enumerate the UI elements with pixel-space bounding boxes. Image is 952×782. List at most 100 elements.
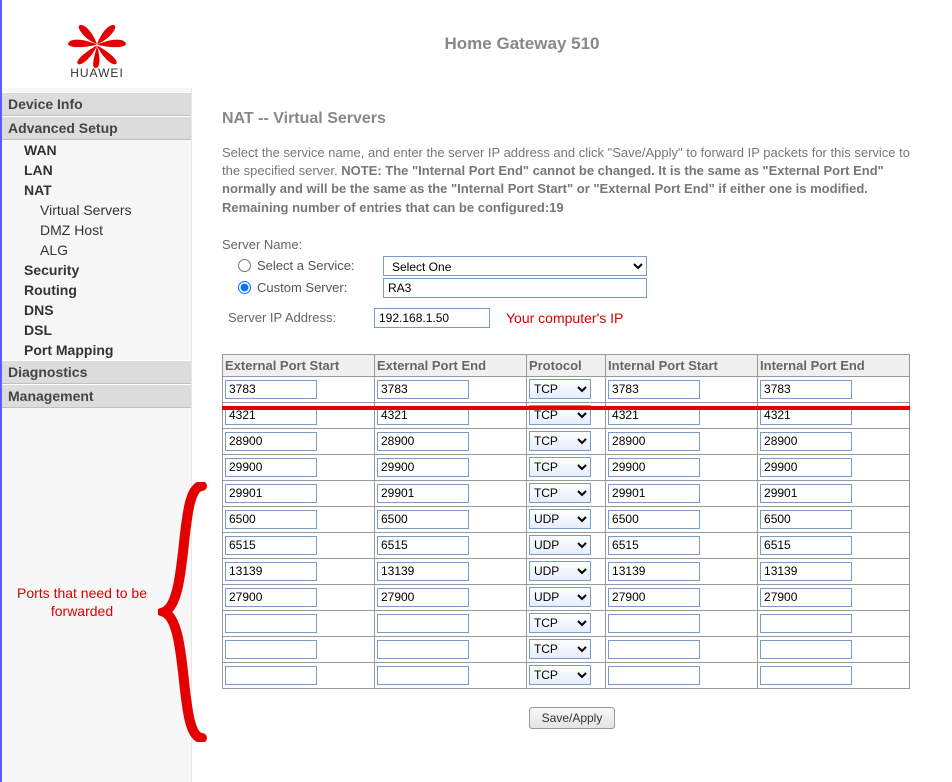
- port-input[interactable]: [608, 510, 700, 529]
- nav-section[interactable]: Advanced Setup: [2, 116, 191, 140]
- port-input[interactable]: [608, 562, 700, 581]
- port-input[interactable]: [225, 380, 317, 399]
- select-service-label: Select a Service:: [257, 258, 383, 273]
- protocol-select[interactable]: TCPUDPTCP/UDP: [529, 483, 591, 503]
- annotation-ports-label: Ports that need to be forwarded: [10, 584, 154, 620]
- nav-section[interactable]: Diagnostics: [2, 360, 191, 384]
- port-input[interactable]: [760, 588, 852, 607]
- port-input[interactable]: [608, 536, 700, 555]
- port-input[interactable]: [760, 640, 852, 659]
- table-row: TCPUDPTCP/UDP: [223, 480, 910, 506]
- save-apply-button[interactable]: Save/Apply: [529, 707, 616, 729]
- port-input[interactable]: [377, 380, 469, 399]
- port-input[interactable]: [225, 510, 317, 529]
- port-input[interactable]: [377, 432, 469, 451]
- nav-item[interactable]: DNS: [2, 300, 191, 320]
- select-service-dropdown[interactable]: Select One: [383, 256, 647, 276]
- nav-subitem[interactable]: ALG: [2, 240, 191, 260]
- port-input[interactable]: [377, 562, 469, 581]
- nav-subitem[interactable]: Virtual Servers: [2, 200, 191, 220]
- protocol-select[interactable]: TCPUDPTCP/UDP: [529, 535, 591, 555]
- table-row: TCPUDPTCP/UDP: [223, 376, 910, 402]
- port-input[interactable]: [760, 432, 852, 451]
- port-input[interactable]: [608, 380, 700, 399]
- port-input[interactable]: [760, 614, 852, 633]
- port-input[interactable]: [377, 588, 469, 607]
- port-input[interactable]: [608, 432, 700, 451]
- port-input[interactable]: [377, 510, 469, 529]
- custom-server-input[interactable]: [383, 278, 647, 298]
- port-input[interactable]: [760, 458, 852, 477]
- port-input[interactable]: [760, 484, 852, 503]
- column-header: Internal Port End: [758, 354, 910, 376]
- port-input[interactable]: [225, 588, 317, 607]
- port-input[interactable]: [377, 666, 469, 685]
- table-row: TCPUDPTCP/UDP: [223, 610, 910, 636]
- port-input[interactable]: [608, 484, 700, 503]
- port-input[interactable]: [760, 380, 852, 399]
- port-input[interactable]: [760, 666, 852, 685]
- protocol-select[interactable]: TCPUDPTCP/UDP: [529, 561, 591, 581]
- port-input[interactable]: [377, 614, 469, 633]
- nav-subitem[interactable]: DMZ Host: [2, 220, 191, 240]
- port-table: External Port StartExternal Port EndProt…: [222, 354, 910, 689]
- port-input[interactable]: [225, 432, 317, 451]
- remaining-entries: Remaining number of entries that can be …: [222, 200, 564, 215]
- port-input[interactable]: [608, 458, 700, 477]
- column-header: External Port End: [374, 354, 526, 376]
- protocol-select[interactable]: TCPUDPTCP/UDP: [529, 431, 591, 451]
- nav-item[interactable]: DSL: [2, 320, 191, 340]
- port-input[interactable]: [377, 536, 469, 555]
- port-input[interactable]: [377, 458, 469, 477]
- port-input[interactable]: [225, 484, 317, 503]
- protocol-select[interactable]: TCPUDPTCP/UDP: [529, 665, 591, 685]
- port-input[interactable]: [225, 666, 317, 685]
- nav-item[interactable]: Port Mapping: [2, 340, 191, 360]
- protocol-select[interactable]: TCPUDPTCP/UDP: [529, 639, 591, 659]
- nav-item[interactable]: NAT: [2, 180, 191, 200]
- protocol-select[interactable]: TCPUDPTCP/UDP: [529, 379, 591, 399]
- port-input[interactable]: [608, 588, 700, 607]
- protocol-select[interactable]: TCPUDPTCP/UDP: [529, 509, 591, 529]
- content-heading: NAT -- Virtual Servers: [222, 110, 922, 128]
- protocol-select[interactable]: TCPUDPTCP/UDP: [529, 587, 591, 607]
- port-input[interactable]: [377, 640, 469, 659]
- sidebar: Device InfoAdvanced SetupWANLANNATVirtua…: [2, 88, 192, 782]
- table-row: TCPUDPTCP/UDP: [223, 636, 910, 662]
- huawei-logo-icon: [62, 20, 132, 68]
- port-input[interactable]: [760, 536, 852, 555]
- port-input[interactable]: [608, 614, 700, 633]
- nav-section[interactable]: Management: [2, 384, 191, 408]
- protocol-select[interactable]: TCPUDPTCP/UDP: [529, 613, 591, 633]
- nav-item[interactable]: LAN: [2, 160, 191, 180]
- port-input[interactable]: [225, 536, 317, 555]
- server-ip-input[interactable]: [374, 308, 490, 328]
- nav-item[interactable]: WAN: [2, 140, 191, 160]
- custom-server-label: Custom Server:: [257, 280, 383, 295]
- port-input[interactable]: [377, 484, 469, 503]
- table-row: TCPUDPTCP/UDP: [223, 558, 910, 584]
- table-row: TCPUDPTCP/UDP: [223, 532, 910, 558]
- server-name-label: Server Name:: [222, 237, 302, 252]
- select-service-radio[interactable]: [238, 259, 251, 272]
- port-input[interactable]: [760, 510, 852, 529]
- port-input[interactable]: [225, 562, 317, 581]
- nav-item[interactable]: Security: [2, 260, 191, 280]
- brand-text: HUAWEI: [70, 66, 124, 80]
- nav-section[interactable]: Device Info: [2, 92, 191, 116]
- server-name-group: Server Name: Select a Service: Select On…: [222, 237, 922, 328]
- nav-item[interactable]: Routing: [2, 280, 191, 300]
- port-input[interactable]: [608, 666, 700, 685]
- protocol-select[interactable]: TCPUDPTCP/UDP: [529, 457, 591, 477]
- port-input[interactable]: [225, 458, 317, 477]
- port-input[interactable]: [225, 640, 317, 659]
- port-input[interactable]: [760, 562, 852, 581]
- port-input[interactable]: [225, 614, 317, 633]
- server-ip-label: Server IP Address:: [222, 310, 374, 325]
- column-header: External Port Start: [223, 354, 375, 376]
- brand-logo: HUAWEI: [2, 8, 192, 80]
- custom-server-radio[interactable]: [238, 281, 251, 294]
- port-input[interactable]: [608, 640, 700, 659]
- table-row: TCPUDPTCP/UDP: [223, 454, 910, 480]
- annotation-ip: Your computer's IP: [506, 310, 623, 326]
